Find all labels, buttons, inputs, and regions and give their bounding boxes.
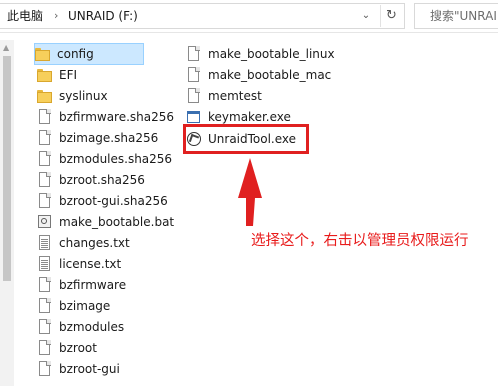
file-name: keymaker.exe xyxy=(208,110,291,124)
batch-file-icon xyxy=(37,214,52,231)
file-name: changes.txt xyxy=(59,236,130,250)
list-item[interactable]: bzroot-gui xyxy=(37,359,120,379)
search-input[interactable]: 搜索"UNRAI xyxy=(414,3,498,29)
annotation-text: 选择这个，右击以管理员权限运行 xyxy=(251,233,469,249)
file-name: bzfirmware.sha256 xyxy=(59,110,175,124)
file-icon xyxy=(37,339,52,357)
list-item[interactable]: syslinux xyxy=(37,86,108,106)
list-item[interactable]: changes.txt xyxy=(37,233,130,253)
file-icon xyxy=(37,297,52,315)
file-name: bzmodules.sha256 xyxy=(59,152,173,166)
list-item[interactable]: EFI xyxy=(37,65,77,85)
list-item[interactable]: bzimage xyxy=(37,296,110,316)
file-name: bzroot-gui.sha256 xyxy=(59,194,168,208)
file-name: memtest xyxy=(208,89,262,103)
file-icon xyxy=(37,360,52,378)
file-icon xyxy=(37,318,52,336)
file-name: bzroot xyxy=(59,341,97,355)
file-name: bzimage xyxy=(59,299,111,313)
list-item[interactable]: make_bootable_mac xyxy=(186,65,331,85)
list-item[interactable]: bzfirmware.sha256 xyxy=(37,107,174,127)
file-name: make_bootable_mac xyxy=(208,68,332,82)
list-item[interactable]: bzmodules xyxy=(37,317,124,337)
file-icon xyxy=(186,87,201,105)
file-icon xyxy=(186,45,201,63)
list-item[interactable]: make_bootable.bat xyxy=(37,212,174,232)
file-icon xyxy=(37,129,52,147)
list-item[interactable]: memtest xyxy=(186,86,262,106)
breadcrumb[interactable]: 此电脑 › UNRAID (F:) ⌄ ↻ xyxy=(0,3,405,29)
file-name: bzmodules xyxy=(59,320,125,334)
file-name: bzimage.sha256 xyxy=(59,131,159,145)
folder-icon xyxy=(37,67,52,84)
list-item[interactable]: bzimage.sha256 xyxy=(37,128,158,148)
folder-icon xyxy=(37,88,52,105)
history-dropdown-chevron-icon[interactable]: ⌄ xyxy=(356,5,376,27)
list-item[interactable]: license.txt xyxy=(37,254,121,274)
file-icon xyxy=(186,66,201,84)
file-name: bzfirmware xyxy=(59,278,127,292)
file-name: bzroot.sha256 xyxy=(59,173,145,187)
search-placeholder: 搜索"UNRAI xyxy=(430,9,497,23)
breadcrumb-drive[interactable]: UNRAID (F:) xyxy=(68,8,138,24)
list-item[interactable]: make_bootable_linux xyxy=(186,44,335,64)
application-icon xyxy=(186,109,201,126)
list-item[interactable]: bzroot.sha256 xyxy=(37,170,145,190)
list-item[interactable]: bzfirmware xyxy=(37,275,126,295)
file-name: bzroot-gui xyxy=(59,362,120,376)
file-icon xyxy=(37,171,52,189)
highlight-box xyxy=(183,124,309,154)
file-icon xyxy=(37,108,52,126)
text-file-icon xyxy=(37,234,52,252)
refresh-icon[interactable]: ↻ xyxy=(380,5,402,27)
nav-pane-scrollbar[interactable]: ▲ xyxy=(0,40,14,386)
file-name: config xyxy=(57,47,94,61)
file-icon xyxy=(37,192,52,210)
file-name: make_bootable_linux xyxy=(208,47,335,61)
breadcrumb-chevron-icon[interactable]: › xyxy=(54,8,58,24)
breadcrumb-this-pc[interactable]: 此电脑 xyxy=(7,8,43,24)
text-file-icon xyxy=(37,255,52,273)
folder-icon xyxy=(35,46,50,63)
file-icon xyxy=(37,276,52,294)
list-item[interactable]: bzroot-gui.sha256 xyxy=(37,191,168,211)
address-bar: 此电脑 › UNRAID (F:) ⌄ ↻ 搜索"UNRAI xyxy=(0,0,498,33)
file-name: license.txt xyxy=(59,257,122,271)
file-name: syslinux xyxy=(59,89,108,103)
list-item[interactable]: bzmodules.sha256 xyxy=(37,149,172,169)
scroll-up-arrow-icon[interactable]: ▲ xyxy=(3,43,9,52)
file-name: make_bootable.bat xyxy=(59,215,175,229)
list-item[interactable]: config xyxy=(34,43,144,65)
file-icon xyxy=(37,150,52,168)
file-name: EFI xyxy=(59,68,78,82)
scrollbar-thumb[interactable] xyxy=(3,56,11,281)
list-item[interactable]: bzroot xyxy=(37,338,97,358)
